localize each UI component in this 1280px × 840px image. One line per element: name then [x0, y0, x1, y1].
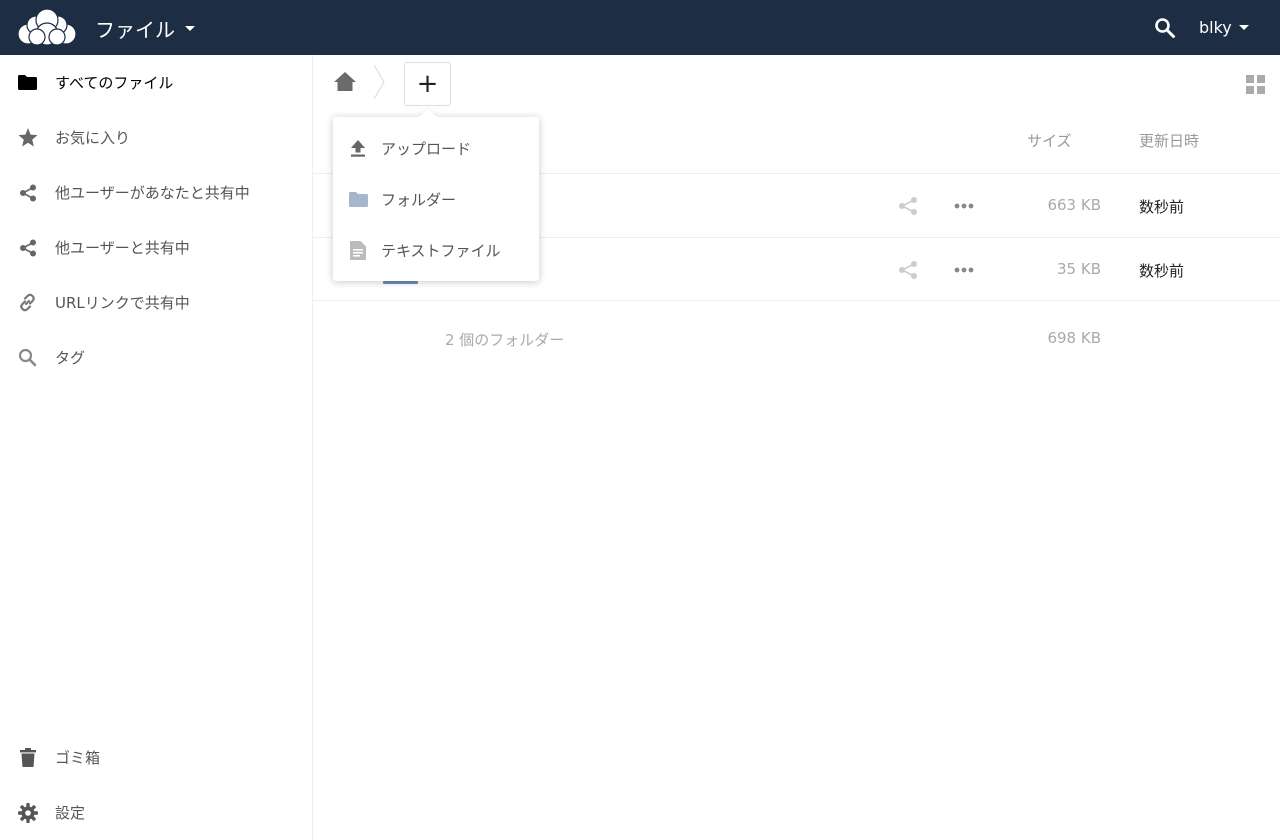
file-modified: 数秒前: [1139, 262, 1185, 280]
sidebar-item-shared-by-link[interactable]: URLリンクで共有中: [0, 275, 312, 330]
sidebar-item-label: お気に入り: [55, 129, 131, 147]
sidebar-item-label: URLリンクで共有中: [55, 294, 190, 312]
popup-arrow: [419, 108, 437, 117]
file-size: 663 KB: [1047, 196, 1101, 214]
sidebar-item-label: 設定: [55, 804, 86, 822]
sidebar-item-label: タグ: [55, 349, 86, 367]
divider: [313, 300, 1280, 301]
share-icon: [17, 237, 38, 258]
sidebar-item-label: 他ユーザーがあなたと共有中: [55, 184, 250, 202]
sidebar-item-trash[interactable]: ゴミ箱: [0, 730, 312, 785]
sidebar: すべてのファイル お気に入り 他ユーザーがあなたと共有中 他ユーザーと共有中 U…: [0, 55, 313, 840]
folder-icon: [17, 72, 38, 93]
chevron-down-icon: [1238, 25, 1249, 30]
column-header-size[interactable]: サイズ: [1027, 130, 1072, 151]
text-file-icon: [348, 240, 368, 260]
chevron-down-icon: [185, 26, 195, 31]
menu-item-upload[interactable]: アップロード: [333, 123, 539, 173]
more-actions-icon[interactable]: [953, 264, 975, 276]
menu-item-label: アップロード: [381, 139, 472, 158]
breadcrumb-separator: [373, 64, 385, 100]
user-menu[interactable]: blky: [1199, 18, 1249, 37]
folder-thumbnail: [383, 281, 418, 284]
trash-icon: [17, 747, 38, 768]
star-icon: [17, 127, 38, 148]
upload-icon: [348, 138, 368, 158]
folder-icon: [348, 189, 368, 209]
gear-icon: [17, 802, 38, 823]
file-size: 35 KB: [1057, 260, 1101, 278]
sidebar-item-shared-with-you[interactable]: 他ユーザーがあなたと共有中: [0, 165, 312, 220]
home-icon[interactable]: [333, 70, 357, 94]
sidebar-item-shared-with-others[interactable]: 他ユーザーと共有中: [0, 220, 312, 275]
file-modified: 数秒前: [1139, 198, 1185, 216]
grid-view-icon[interactable]: [1246, 75, 1265, 94]
new-button[interactable]: +: [404, 62, 451, 106]
menu-item-label: フォルダー: [381, 190, 457, 209]
summary-size: 698 KB: [1047, 329, 1101, 347]
menu-item-label: テキストファイル: [381, 241, 501, 260]
sidebar-item-all-files[interactable]: すべてのファイル: [0, 55, 312, 110]
sidebar-item-label: すべてのファイル: [55, 74, 174, 92]
top-header: ファイル blky: [0, 0, 1280, 55]
menu-item-folder[interactable]: フォルダー: [333, 174, 539, 224]
sidebar-item-favorites[interactable]: お気に入り: [0, 110, 312, 165]
sidebar-item-settings[interactable]: 設定: [0, 785, 312, 840]
sidebar-item-tags[interactable]: タグ: [0, 330, 312, 385]
menu-item-text-file[interactable]: テキストファイル: [333, 225, 539, 275]
share-icon[interactable]: [898, 261, 918, 279]
share-icon: [17, 182, 38, 203]
summary-count: 2 個のフォルダー: [445, 331, 565, 349]
cloud-logo-icon[interactable]: [14, 8, 80, 46]
app-title: ファイル: [95, 18, 175, 42]
new-file-menu: アップロード フォルダー テキストファイル: [333, 117, 539, 281]
user-name: blky: [1199, 18, 1232, 37]
sidebar-item-label: 他ユーザーと共有中: [55, 239, 190, 257]
share-icon[interactable]: [898, 197, 918, 215]
link-icon: [17, 292, 38, 313]
search-icon[interactable]: [1154, 17, 1176, 39]
column-header-modified[interactable]: 更新日時: [1139, 130, 1199, 151]
sidebar-item-label: ゴミ箱: [55, 749, 101, 767]
more-actions-icon[interactable]: [953, 200, 975, 212]
app-menu-toggle[interactable]: ファイル: [95, 14, 195, 43]
search-icon: [17, 347, 38, 368]
